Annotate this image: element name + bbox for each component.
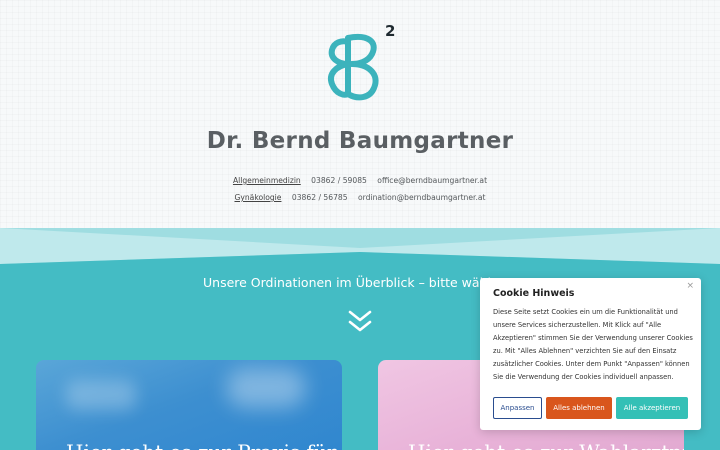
cookie-banner: × Cookie Hinweis Diese Seite setzt Cooki… — [480, 278, 701, 430]
bb-logo-icon — [328, 34, 379, 101]
logo-superscript: 2 — [385, 22, 396, 40]
email-address[interactable]: office@berndbaumgartner.at — [377, 176, 487, 185]
phone-number[interactable]: 03862 / 59085 — [311, 176, 367, 185]
specialty-link[interactable]: Allgemeinmedizin — [233, 176, 301, 185]
practice-card-allgemeinmedizin[interactable]: Hier geht es zur Praxis für — [36, 360, 342, 450]
specialty-link[interactable]: Gynäkologie — [234, 193, 281, 202]
card-image-blur — [66, 380, 136, 410]
cookie-text: Diese Seite setzt Cookies ein um die Fun… — [493, 308, 693, 381]
email-address[interactable]: ordination@berndbaumgartner.at — [358, 193, 486, 202]
contact-row-allgemeinmedizin: Allgemeinmedizin 03862 / 59085 office@be… — [0, 176, 720, 185]
reject-all-button[interactable]: Alles ablehnen — [546, 397, 612, 419]
intro-text: Unsere Ordinationen im Überblick – bitte… — [203, 275, 491, 290]
accept-all-button[interactable]: Alle akzeptieren — [616, 397, 688, 419]
page-title: Dr. Bernd Baumgartner — [206, 128, 514, 154]
customize-button[interactable]: Anpassen — [493, 397, 542, 419]
card-title: Hier geht es zur Praxis für — [66, 440, 336, 450]
cookie-title: Cookie Hinweis — [493, 288, 575, 299]
card-image-blur — [226, 368, 306, 408]
double-chevron-down-icon[interactable] — [347, 309, 373, 335]
phone-number[interactable]: 03862 / 56785 — [292, 193, 348, 202]
contact-row-gynaekologie: Gynäkologie 03862 / 56785 ordination@ber… — [0, 193, 720, 202]
card-title: Hier geht es zur Wahlarztpraxis — [408, 440, 684, 450]
close-icon[interactable]: × — [686, 281, 694, 291]
